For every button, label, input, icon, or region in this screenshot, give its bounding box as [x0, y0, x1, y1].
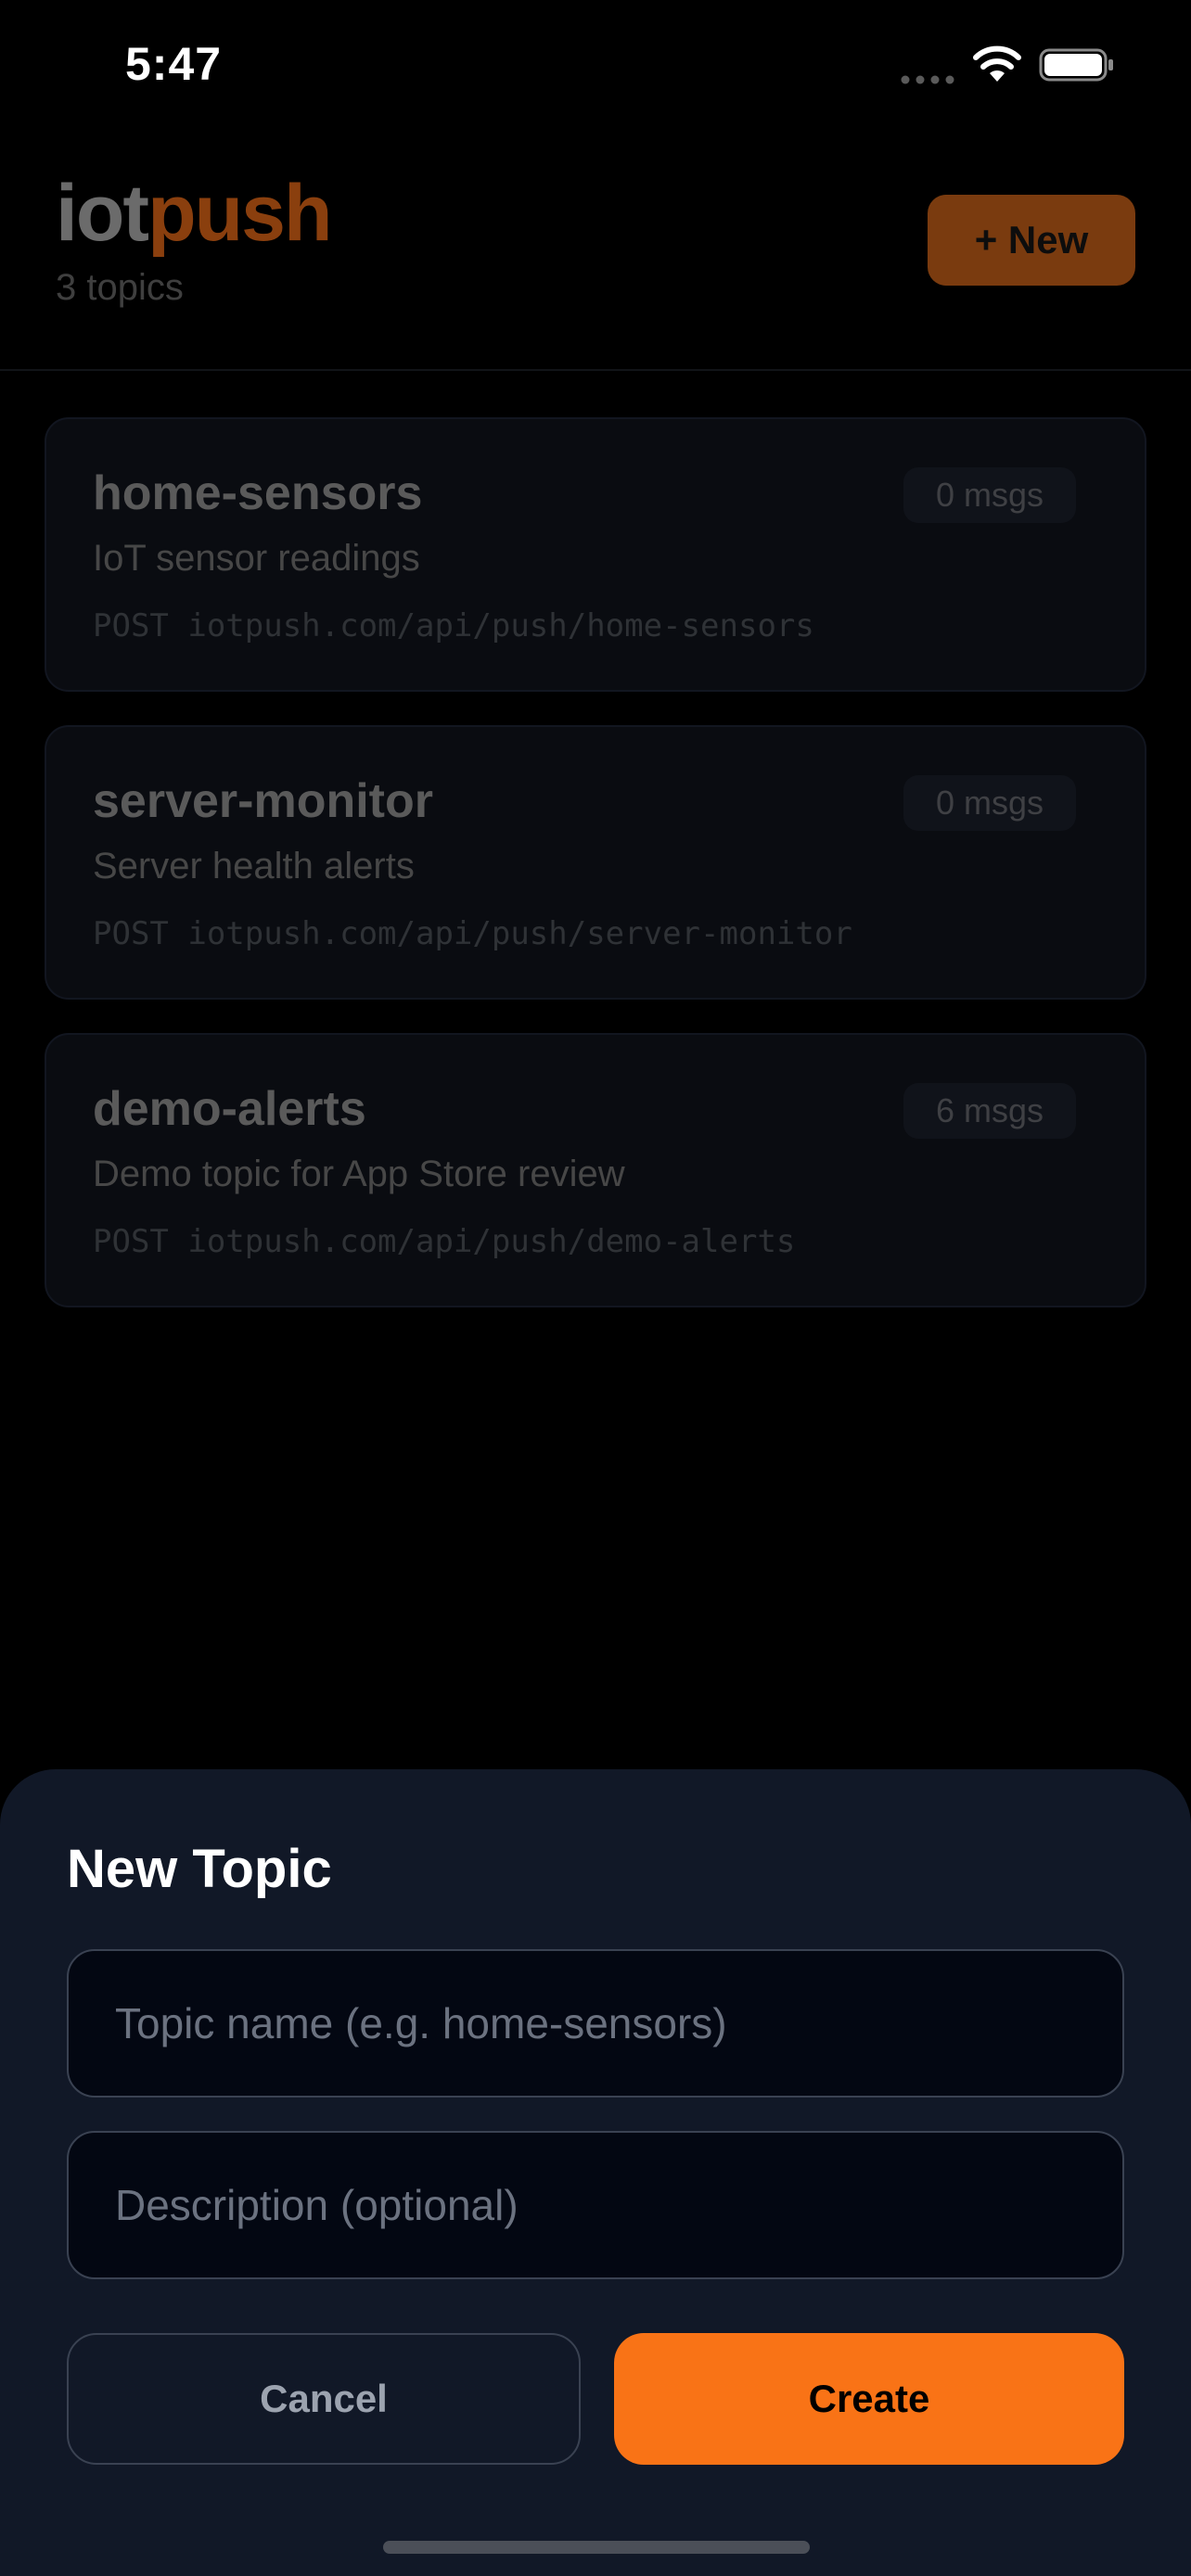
- new-topic-button[interactable]: + New: [928, 195, 1135, 286]
- topic-description-input[interactable]: [67, 2131, 1124, 2279]
- message-count-badge: 0 msgs: [903, 775, 1076, 831]
- wifi-icon: [973, 45, 1021, 82]
- status-time: 5:47: [125, 38, 223, 90]
- message-count-badge: 0 msgs: [903, 467, 1076, 523]
- header-divider: [0, 369, 1191, 371]
- cellular-signal-icon: [901, 75, 954, 84]
- topic-name-input[interactable]: [67, 1949, 1124, 2098]
- topic-description: Server health alerts: [93, 846, 415, 886]
- message-count-badge: 6 msgs: [903, 1083, 1076, 1139]
- topic-description: Demo topic for App Store review: [93, 1154, 625, 1194]
- home-indicator: [383, 2541, 810, 2554]
- topic-card[interactable]: home-sensors 0 msgs IoT sensor readings …: [45, 417, 1146, 692]
- cancel-button[interactable]: Cancel: [67, 2333, 581, 2465]
- app-title: iotpush: [56, 167, 333, 260]
- topic-name: demo-alerts: [93, 1082, 366, 1136]
- topic-card[interactable]: demo-alerts 6 msgs Demo topic for App St…: [45, 1033, 1146, 1307]
- new-topic-sheet: New Topic Cancel Create: [0, 1769, 1191, 2576]
- topic-card[interactable]: server-monitor 0 msgs Server health aler…: [45, 725, 1146, 1000]
- topic-endpoint: POST iotpush.com/api/push/demo-alerts: [93, 1223, 796, 1260]
- status-bar: 5:47: [0, 0, 1191, 139]
- battery-icon: [1039, 48, 1113, 82]
- topic-name: server-monitor: [93, 774, 433, 828]
- topic-name: home-sensors: [93, 466, 423, 520]
- topic-endpoint: POST iotpush.com/api/push/home-sensors: [93, 607, 814, 644]
- topic-count: 3 topics: [56, 267, 184, 308]
- create-button[interactable]: Create: [614, 2333, 1124, 2465]
- app-title-push: push: [147, 169, 332, 258]
- topic-description: IoT sensor readings: [93, 538, 420, 579]
- app-title-iot: iot: [56, 169, 149, 258]
- sheet-title: New Topic: [67, 1839, 332, 1899]
- topic-endpoint: POST iotpush.com/api/push/server-monitor: [93, 915, 852, 952]
